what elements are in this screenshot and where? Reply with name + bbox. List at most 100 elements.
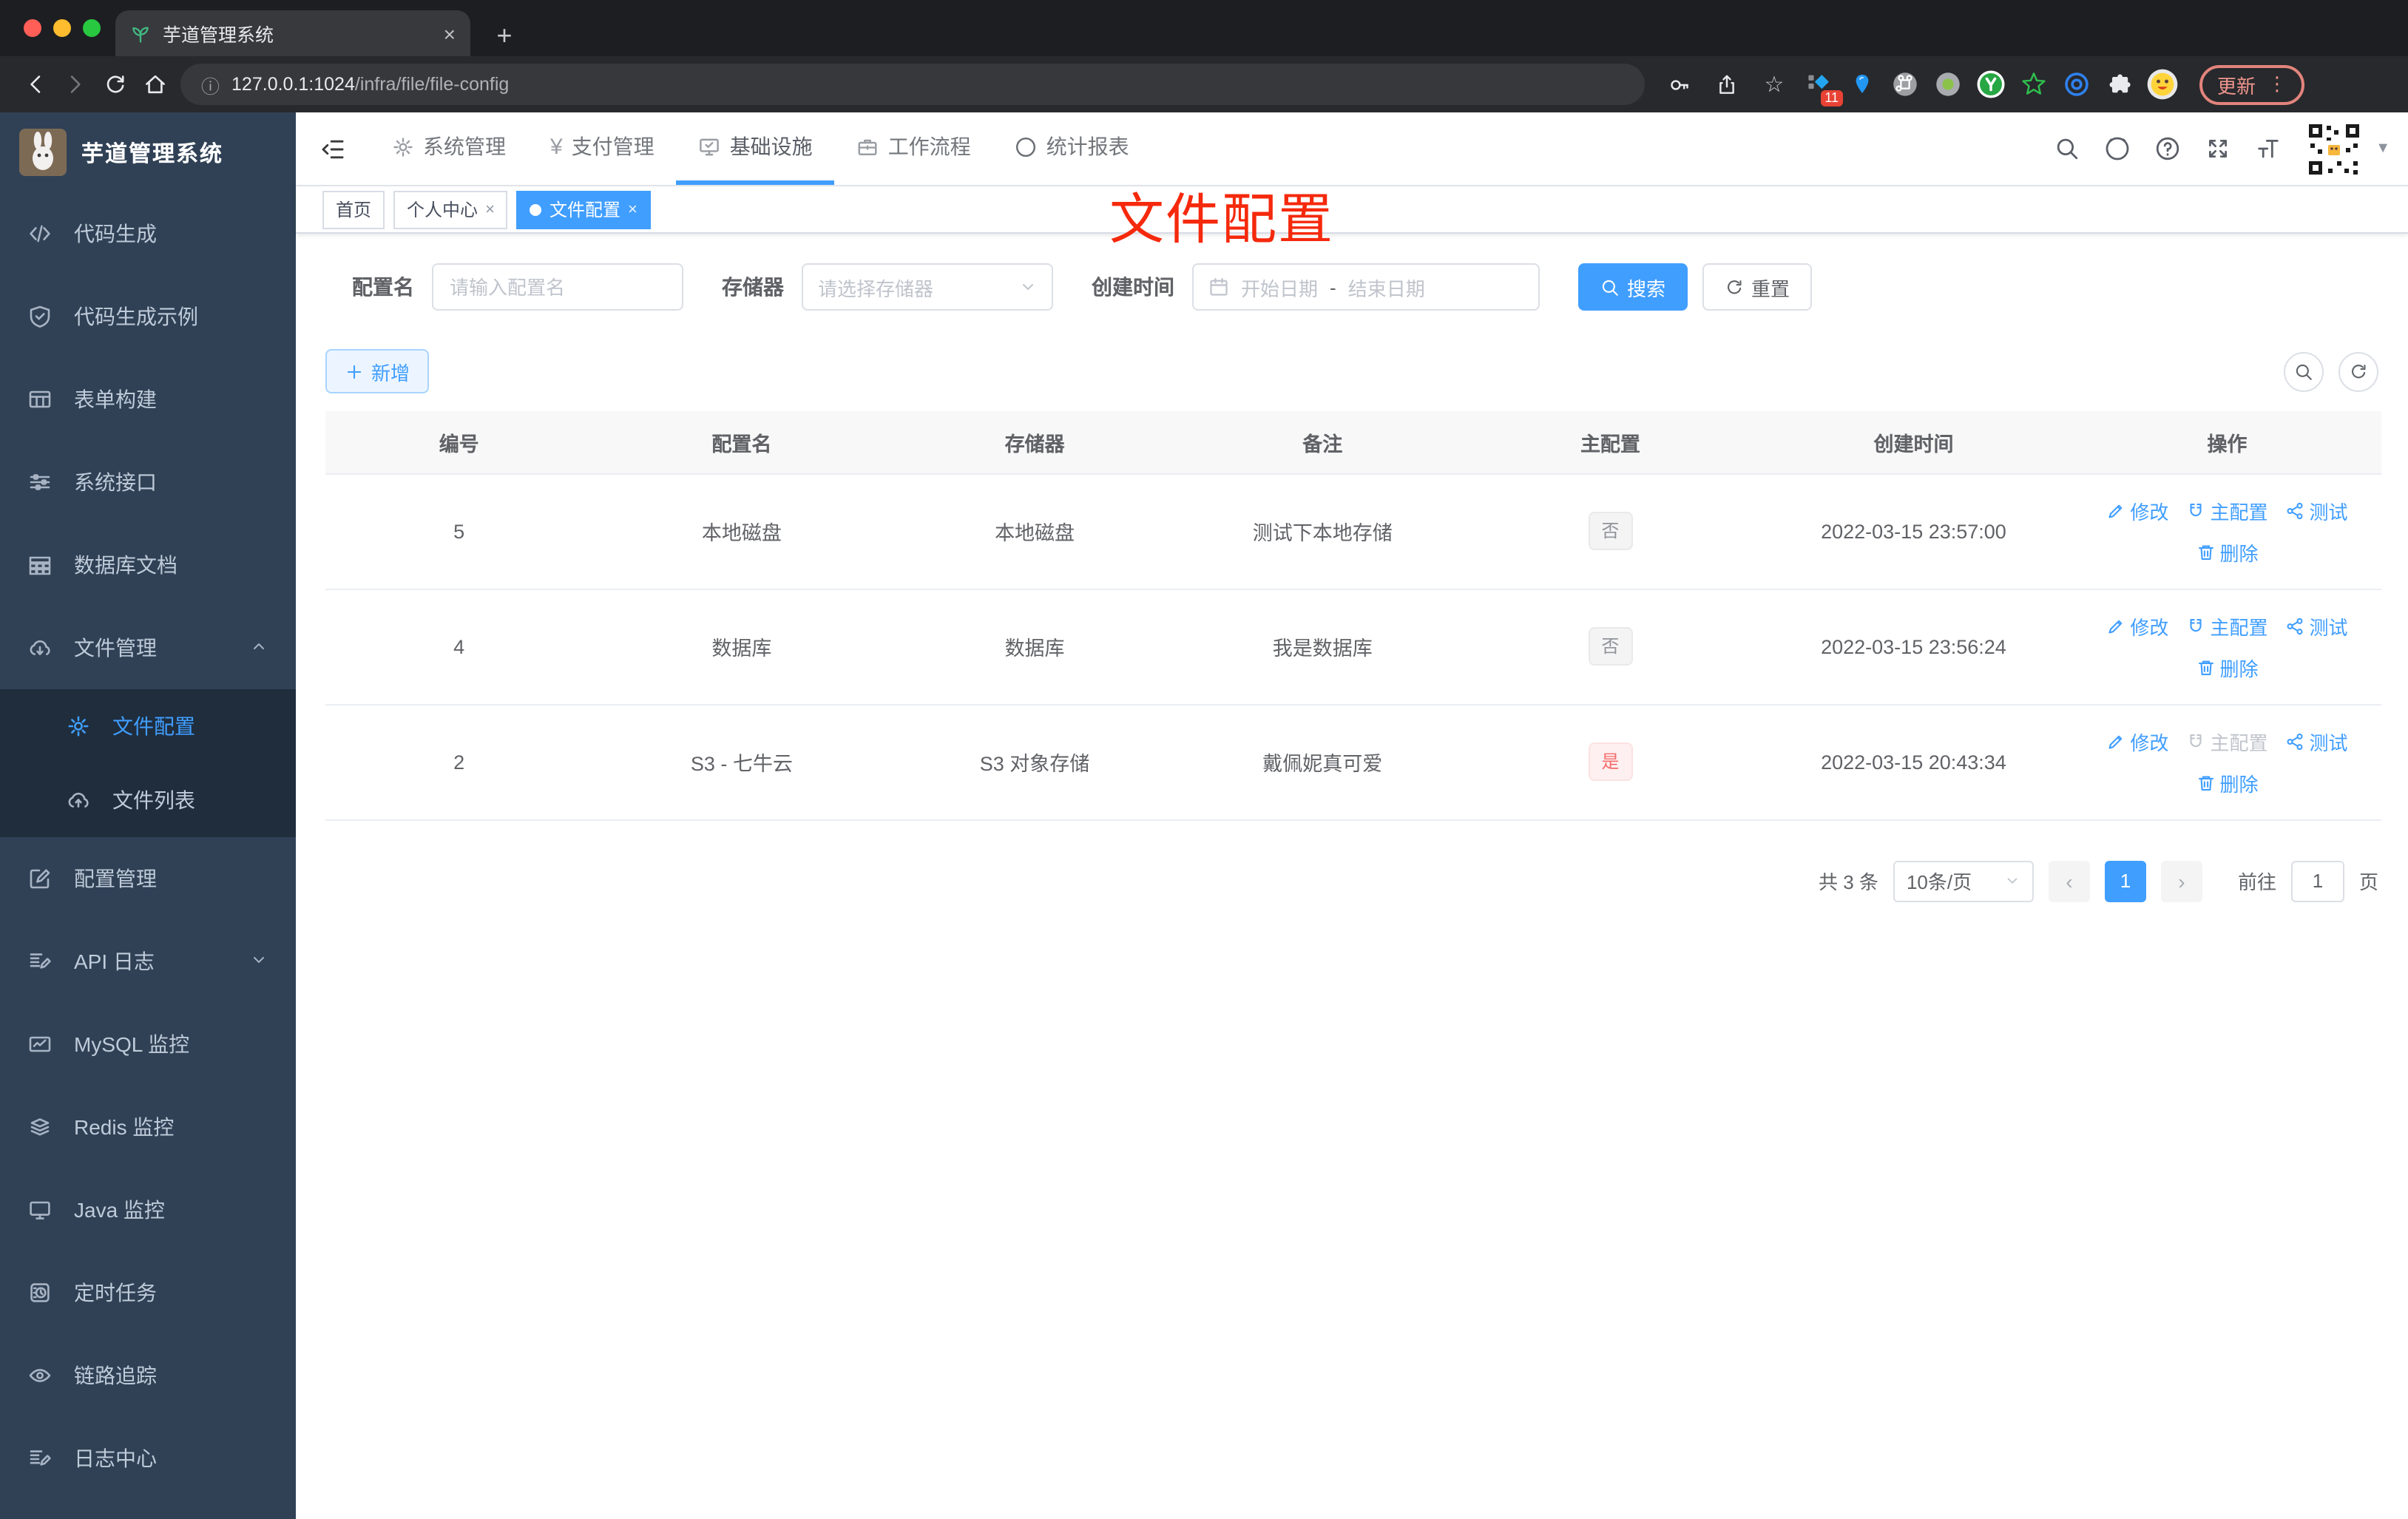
test-link[interactable]: 测试	[2285, 496, 2348, 524]
tag-close-icon[interactable]: ×	[628, 200, 637, 218]
toggle-search-button[interactable]	[2284, 351, 2324, 391]
bookmark-star-icon[interactable]: ☆	[1754, 64, 1794, 104]
reset-button[interactable]: 重置	[1702, 263, 1813, 311]
forward-button[interactable]	[55, 64, 95, 104]
sidebar-collapse-button[interactable]	[296, 112, 370, 185]
app-window: 芋道管理系统 代码生成 代码生成示例 表单构建 系统接口 数据库文档 文件管理 …	[0, 112, 2408, 1519]
search-button[interactable]: 搜索	[1578, 263, 1688, 311]
refresh-table-button[interactable]	[2338, 351, 2378, 391]
extension-dot-icon[interactable]	[1930, 67, 1966, 102]
tag-close-icon[interactable]: ×	[485, 200, 495, 218]
site-info-icon[interactable]: ⓘ	[201, 70, 220, 98]
nav-item-infra[interactable]: 基础设施	[676, 112, 835, 185]
edit-link[interactable]: 修改	[2106, 612, 2168, 640]
share-icon[interactable]	[1707, 64, 1747, 104]
sidebar-logo[interactable]: 芋道管理系统	[0, 112, 296, 192]
share-icon	[2285, 731, 2304, 751]
url-bar[interactable]: ⓘ 127.0.0.1:1024/infra/file/file-config	[180, 64, 1645, 105]
next-page-button[interactable]: ›	[2160, 860, 2202, 901]
tag-home[interactable]: 首页	[322, 190, 385, 229]
nav-item-system[interactable]: 系统管理	[370, 112, 528, 185]
extension-star-icon[interactable]	[2016, 67, 2052, 102]
sidebar-item-mysql-monitor[interactable]: MySQL 监控	[0, 1003, 296, 1086]
test-link[interactable]: 测试	[2285, 612, 2348, 640]
delete-link[interactable]: 删除	[2196, 653, 2258, 681]
screen: 芋道管理系统 × + ⓘ 127.0.0.1:1024/infra/file/f…	[0, 0, 2408, 1519]
goto-page-input[interactable]	[2290, 860, 2344, 901]
sidebar-item-db-doc[interactable]: 数据库文档	[0, 524, 296, 606]
config-name-input[interactable]	[432, 263, 683, 311]
sidebar-item-api-log[interactable]: API 日志	[0, 920, 296, 1003]
sidebar-submenu-file: 文件配置 文件列表	[0, 689, 296, 837]
extensions-puzzle-icon[interactable]	[2102, 67, 2137, 102]
sidebar-item-tracing[interactable]: 链路追踪	[0, 1334, 296, 1417]
chrome-update-menu[interactable]: 更新 ⋮	[2199, 64, 2305, 104]
test-link[interactable]: 测试	[2285, 727, 2348, 755]
minimize-window-button[interactable]	[53, 19, 71, 37]
app-title: 芋道管理系统	[81, 141, 224, 166]
calendar-icon	[1208, 277, 1229, 297]
tag-file-config[interactable]: 文件配置 ×	[516, 190, 651, 229]
sidebar-item-redis-monitor[interactable]: Redis 监控	[0, 1086, 296, 1168]
sidebar-item-file-list[interactable]: 文件列表	[0, 763, 296, 837]
sidebar-item-java-monitor[interactable]: Java 监控	[0, 1168, 296, 1251]
sidebar-item-file-config[interactable]: 文件配置	[0, 689, 296, 763]
home-button[interactable]	[135, 64, 175, 104]
sidebar-item-file-manage[interactable]: 文件管理	[0, 606, 296, 689]
master-link[interactable]: 主配置	[2186, 496, 2267, 524]
storage-select[interactable]: 请选择存储器	[802, 263, 1053, 311]
col-storage: 存储器	[890, 411, 1179, 474]
sidebar-item-config-manage[interactable]: 配置管理	[0, 837, 296, 920]
chevron-down-icon	[2004, 873, 2020, 889]
delete-link[interactable]: 删除	[2196, 538, 2258, 566]
extension-balloon-icon[interactable]	[1844, 67, 1880, 102]
cell-storage: 本地磁盘	[890, 473, 1179, 589]
nav-item-report[interactable]: 统计报表	[993, 112, 1151, 185]
new-tab-button[interactable]: +	[485, 15, 524, 56]
chevron-up-icon	[250, 636, 268, 660]
browser-tab[interactable]: 芋道管理系统 ×	[115, 10, 470, 56]
avatar-caret-icon[interactable]: ▼	[2375, 141, 2390, 157]
navbar-right: ▼	[2044, 112, 2408, 185]
sidebar-item-form-builder[interactable]: 表单构建	[0, 358, 296, 441]
nav-item-workflow[interactable]: 工作流程	[835, 112, 993, 185]
profile-avatar-icon[interactable]	[2145, 67, 2180, 102]
help-icon[interactable]	[2145, 126, 2189, 171]
back-button[interactable]	[15, 64, 55, 104]
master-link[interactable]: 主配置	[2186, 612, 2267, 640]
github-icon[interactable]	[2094, 126, 2139, 171]
cell-storage: S3 对象存储	[890, 704, 1179, 820]
reload-button[interactable]	[95, 64, 135, 104]
extension-badge: 11	[1820, 90, 1843, 106]
edit-link[interactable]: 修改	[2106, 496, 2168, 524]
add-button[interactable]: 新增	[325, 349, 430, 393]
sidebar-item-log-center[interactable]: 日志中心	[0, 1417, 296, 1500]
extension-eye-icon[interactable]	[2059, 67, 2094, 102]
zoom-window-button[interactable]	[83, 19, 101, 37]
page-size-select[interactable]: 10条/页	[1893, 860, 2034, 901]
fullscreen-icon[interactable]	[2195, 126, 2239, 171]
edit-link[interactable]: 修改	[2106, 727, 2168, 755]
cell-name: S3 - 七牛云	[592, 704, 891, 820]
tag-profile[interactable]: 个人中心 ×	[393, 190, 508, 229]
prev-page-button[interactable]: ‹	[2048, 860, 2090, 901]
delete-link[interactable]: 删除	[2196, 768, 2258, 796]
sidebar-item-system-api[interactable]: 系统接口	[0, 441, 296, 524]
sidebar-item-code-demo[interactable]: 代码生成示例	[0, 275, 296, 358]
date-separator: -	[1330, 276, 1336, 298]
header-search-icon[interactable]	[2044, 126, 2089, 171]
extension-y-icon[interactable]	[1973, 67, 2009, 102]
date-range-picker[interactable]: 开始日期 - 结束日期	[1192, 263, 1540, 311]
cell-storage: 数据库	[890, 589, 1179, 705]
user-avatar[interactable]	[2304, 119, 2364, 178]
close-window-button[interactable]	[24, 19, 41, 37]
extension-command-icon[interactable]	[1887, 67, 1923, 102]
tab-close-icon[interactable]: ×	[444, 21, 456, 45]
password-key-icon[interactable]	[1660, 64, 1700, 104]
page-number-active[interactable]: 1	[2104, 860, 2146, 901]
extension-diamond-icon[interactable]: 11	[1802, 67, 1843, 106]
sidebar-item-code-gen[interactable]: 代码生成	[0, 192, 296, 275]
sidebar-item-scheduled-tasks[interactable]: 定时任务	[0, 1251, 296, 1334]
nav-item-payment[interactable]: ¥ 支付管理	[528, 112, 677, 185]
font-size-icon[interactable]	[2245, 126, 2290, 171]
